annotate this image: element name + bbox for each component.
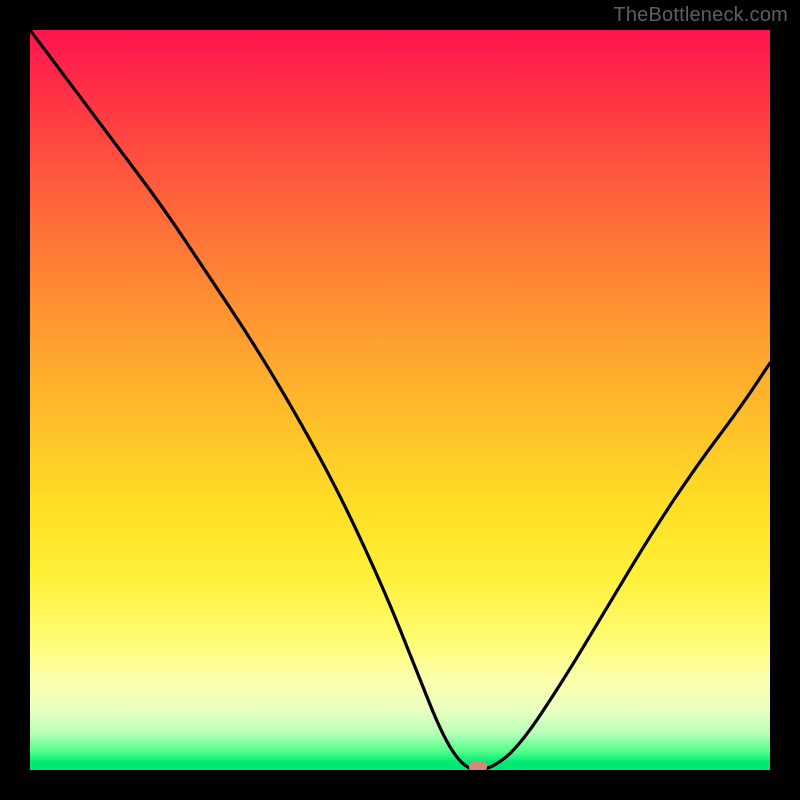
chart-frame: TheBottleneck.com (0, 0, 800, 800)
optimal-marker (469, 761, 487, 770)
bottleneck-curve (30, 30, 770, 770)
plot-area (30, 30, 770, 770)
curve-path (30, 30, 770, 770)
watermark-text: TheBottleneck.com (613, 4, 788, 27)
